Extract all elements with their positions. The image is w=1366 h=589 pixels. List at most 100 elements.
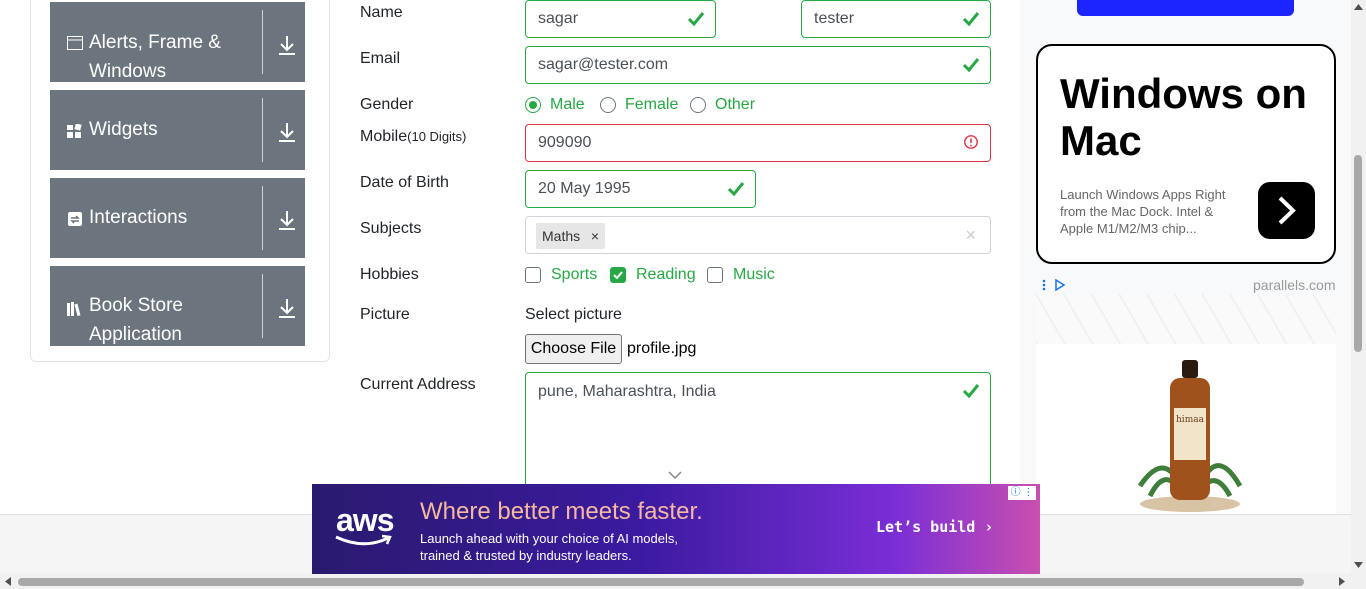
hobby-label: Music [733, 266, 775, 283]
download-icon[interactable] [277, 34, 297, 56]
gender-option-label: Male [550, 96, 585, 113]
sidebar-item-label-line2: Application [89, 324, 182, 345]
checkbox[interactable] [707, 267, 723, 283]
widgets-icon [67, 124, 82, 138]
subject-chip: Maths × [536, 223, 605, 249]
last-name-value: tester [814, 10, 855, 27]
ad-card[interactable]: Windows on Mac Launch Windows Apps Right… [1036, 44, 1336, 264]
subject-chip-label: Maths [542, 228, 581, 244]
mobile-label-text: Mobile [360, 128, 408, 145]
first-name-value: sagar [538, 10, 579, 27]
ad-button[interactable] [1077, 0, 1294, 16]
aws-cta-button[interactable]: Let’s build › [876, 518, 993, 536]
checkbox[interactable] [525, 267, 541, 283]
radio-selected[interactable] [525, 97, 541, 113]
gender-option-label: Female [625, 96, 679, 113]
radio[interactable] [600, 97, 616, 113]
gender-female-radio[interactable]: Female [600, 96, 678, 114]
clear-subjects-icon[interactable]: × [965, 225, 976, 246]
ad-info-icon[interactable]: ⓘ ⋮ [1008, 486, 1036, 500]
file-name: profile.jpg [627, 340, 697, 357]
error-icon [964, 135, 978, 149]
email-label: Email [360, 50, 401, 67]
download-icon[interactable] [277, 121, 297, 143]
window-icon [67, 36, 83, 50]
sidebar-item-label-line2: Windows [89, 61, 167, 82]
vertical-scroll-thumb[interactable] [1354, 155, 1362, 352]
sidebar-item-interactions[interactable]: Interactions [50, 178, 305, 258]
hobbies-label: Hobbies [360, 266, 419, 283]
sidebar-item-label: Alerts, Frame & [89, 32, 221, 53]
sidebar-item-label: Book Store [89, 295, 183, 316]
check-icon [727, 182, 745, 197]
divider [262, 274, 263, 338]
hobby-label: Reading [636, 266, 696, 283]
choose-file-button[interactable]: Choose File [525, 334, 622, 364]
download-icon[interactable] [277, 297, 297, 319]
sidebar-item-widgets[interactable]: Widgets [50, 90, 305, 170]
horizontal-scroll-thumb[interactable] [18, 578, 1304, 586]
divider [262, 10, 263, 74]
divider [262, 98, 263, 162]
first-name-input[interactable]: sagar [525, 0, 716, 38]
check-icon [962, 58, 980, 73]
interactions-icon [68, 212, 82, 226]
sidebar-item-alerts[interactable]: Alerts, Frame & Windows [50, 2, 305, 82]
address-label: Current Address [360, 376, 476, 393]
gender-other-radio[interactable]: Other [690, 96, 755, 114]
chevron-right-icon [1278, 196, 1296, 225]
check-icon [687, 12, 705, 27]
ad-brand[interactable]: parallels.com [1253, 277, 1335, 293]
hobby-sports-checkbox[interactable]: Sports [525, 266, 597, 284]
hobby-label: Sports [551, 266, 598, 283]
remove-subject-icon[interactable]: × [591, 223, 599, 249]
subjects-input[interactable]: Maths × × [525, 216, 991, 254]
books-icon [67, 302, 81, 316]
name-label: Name [360, 4, 403, 21]
checkbox-checked[interactable] [610, 267, 626, 283]
hobby-music-checkbox[interactable]: Music [707, 266, 775, 284]
scroll-up-arrow-icon[interactable] [1354, 4, 1363, 10]
radio[interactable] [690, 97, 706, 113]
gender-label: Gender [360, 96, 414, 113]
check-icon [962, 12, 980, 27]
hobby-reading-checkbox[interactable]: Reading [610, 266, 696, 284]
gender-male-radio[interactable]: Male [525, 96, 585, 114]
aws-smile-icon [335, 534, 392, 546]
ad-text: Launch Windows Apps Right from the Mac D… [1060, 187, 1226, 236]
ad-pattern [1036, 294, 1336, 344]
mobile-value: 909090 [538, 134, 592, 151]
dob-input[interactable]: 20 May 1995 [525, 170, 756, 208]
check-icon [962, 384, 980, 399]
aws-banner-ad[interactable]: aws Where better meets faster. Launch ah… [312, 484, 1040, 574]
page: Alerts, Frame & Windows Widgets Interact… [0, 0, 1366, 589]
oil-bottle-image: himaa [1137, 360, 1243, 512]
svg-text:himaa: himaa [1176, 415, 1205, 425]
divider [262, 186, 263, 250]
subjects-label: Subjects [360, 220, 422, 237]
current-address-textarea[interactable]: pune, Maharashtra, India [525, 372, 991, 502]
mobile-hint: (10 Digits) [407, 129, 467, 144]
dob-label: Date of Birth [360, 174, 449, 191]
sidebar-item-book-store[interactable]: Book Store Application [50, 266, 305, 346]
ad-headline: Windows on Mac [1060, 70, 1307, 164]
product-ad-image[interactable]: himaa [1036, 344, 1336, 515]
scroll-down-arrow-icon[interactable] [1354, 562, 1363, 568]
email-value: sagar@tester.com [538, 56, 669, 73]
aws-headline: Where better meets faster. [420, 498, 703, 525]
scroll-right-arrow-icon[interactable] [1339, 577, 1345, 586]
ad-go-button[interactable] [1258, 182, 1315, 239]
mobile-input[interactable]: 909090 [525, 124, 991, 162]
ad-choices-icon[interactable] [1041, 279, 1067, 291]
chevron-down-icon [668, 471, 682, 479]
email-input[interactable]: sagar@tester.com [525, 46, 991, 84]
picture-label: Picture [360, 306, 410, 323]
mobile-label: Mobile(10 Digits) [360, 128, 466, 146]
download-icon[interactable] [277, 209, 297, 231]
scroll-left-arrow-icon[interactable] [5, 577, 11, 586]
aws-text: Launch ahead with your choice of AI mode… [420, 531, 678, 563]
last-name-input[interactable]: tester [801, 0, 991, 38]
dob-value: 20 May 1995 [538, 180, 631, 197]
checkmark-icon [613, 271, 623, 279]
sidebar-item-label: Widgets [89, 119, 158, 140]
